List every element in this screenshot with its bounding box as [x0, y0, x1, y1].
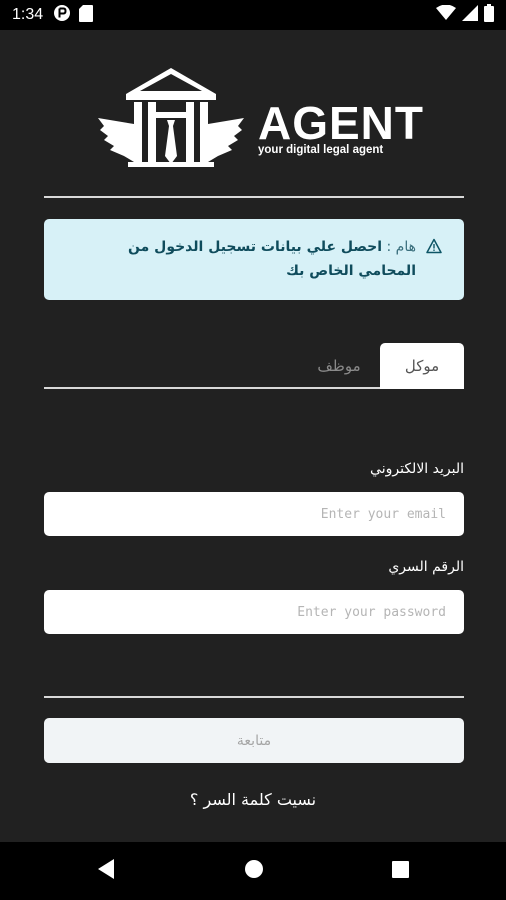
alert-message: هام : احصل علي بيانات تسجيل الدخول من ال… — [66, 235, 416, 300]
forgot-password-link[interactable]: نسيت كلمة السر ؟ — [0, 790, 506, 809]
courthouse-wings-icon — [98, 68, 244, 167]
wifi-icon — [436, 4, 456, 25]
logo-tagline: your digital legal agent — [258, 144, 384, 156]
top-divider — [44, 196, 464, 198]
password-field[interactable] — [44, 590, 464, 634]
home-icon[interactable] — [244, 858, 264, 884]
app-logo: AGENT your digital legal agent — [98, 64, 423, 184]
cellular-signal-icon — [462, 5, 478, 25]
continue-button[interactable]: متابعة — [44, 718, 464, 763]
logo-wordmark: AGENT — [258, 97, 424, 149]
alert-prefix: هام : — [386, 239, 416, 255]
user-type-tabs: موكل موظف — [44, 343, 464, 389]
battery-icon — [484, 4, 494, 26]
password-label: الرقم السري — [388, 559, 464, 575]
sd-card-icon — [79, 4, 94, 26]
email-field[interactable] — [44, 492, 464, 536]
back-icon[interactable] — [96, 858, 116, 884]
play-store-notification-icon — [53, 4, 71, 26]
info-alert: هام : احصل علي بيانات تسجيل الدخول من ال… — [44, 219, 464, 300]
alert-text: احصل علي بيانات تسجيل الدخول من المحامي … — [128, 239, 416, 279]
email-label: البريد الالكتروني — [370, 461, 464, 477]
warning-icon — [426, 238, 442, 254]
navigation-bar — [0, 842, 506, 900]
status-bar: 1:34 — [0, 0, 506, 30]
recents-icon[interactable] — [390, 858, 410, 884]
form-divider — [44, 696, 464, 698]
status-time: 1:34 — [12, 6, 44, 23]
tab-employee[interactable]: موظف — [298, 343, 380, 389]
tab-client[interactable]: موكل — [380, 343, 464, 389]
